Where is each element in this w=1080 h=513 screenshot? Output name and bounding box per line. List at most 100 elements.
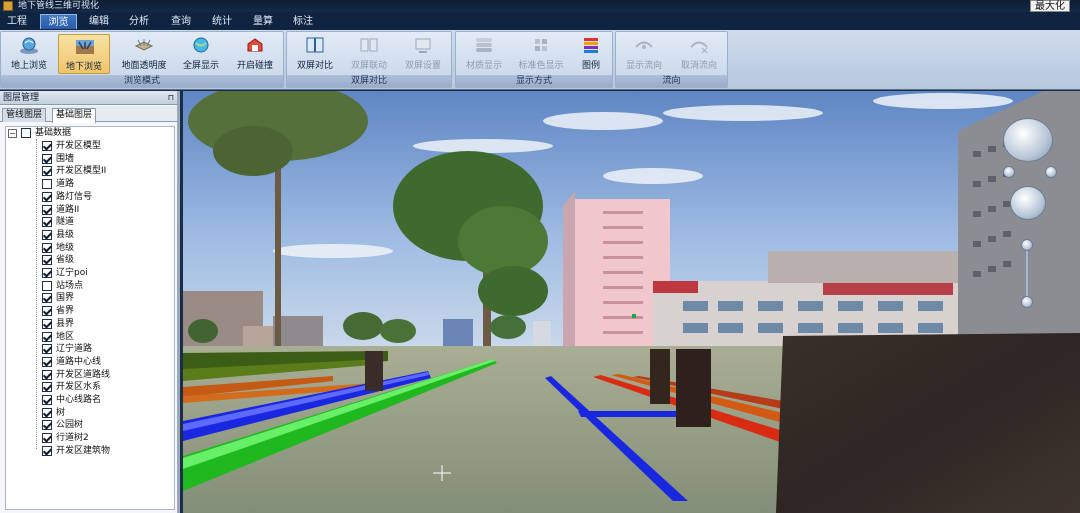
layer-item[interactable]: 县界	[42, 318, 172, 331]
layer-checkbox[interactable]	[42, 318, 52, 329]
layer-item[interactable]: 隧道	[42, 216, 172, 229]
layer-checkbox[interactable]	[42, 420, 52, 431]
layer-item[interactable]: 开发区模型	[42, 140, 172, 153]
layer-item[interactable]: 路灯信号	[42, 191, 172, 204]
layer-item[interactable]: 行道树2	[42, 432, 172, 445]
layer-checkbox[interactable]	[42, 344, 52, 355]
layer-checkbox[interactable]	[42, 395, 52, 405]
layer-item[interactable]: 道路II	[42, 204, 172, 217]
layer-tabs: 管线图层 基础图层	[0, 106, 177, 123]
layer-checkbox[interactable]	[42, 306, 52, 317]
menu-browse[interactable]: 浏览	[40, 14, 77, 29]
zoom-slider-handle[interactable]	[1021, 239, 1033, 251]
tab-pipeline-layers[interactable]: 管线图层	[2, 108, 47, 122]
window-title: 地下管线三维可视化	[18, 1, 100, 11]
layer-checkbox[interactable]	[42, 217, 52, 228]
layer-checkbox[interactable]	[42, 268, 52, 278]
cancel-flow-button[interactable]: 取消流向	[673, 34, 725, 74]
layer-item[interactable]: 辽宁道路	[42, 343, 172, 356]
layer-checkbox[interactable]	[42, 331, 52, 342]
menu-project[interactable]: 工程	[0, 14, 34, 29]
layer-checkbox[interactable]	[42, 166, 52, 177]
zoom-out-button[interactable]	[1021, 296, 1033, 308]
menu-statistics[interactable]: 统计	[205, 14, 239, 29]
layer-label: 开发区道路线	[56, 369, 111, 380]
standard-color-display-button[interactable]: 标准色显示	[512, 34, 570, 74]
menu-annotate[interactable]: 标注	[286, 14, 320, 29]
ground-transparency-button[interactable]: 地面透明度	[115, 34, 173, 74]
layer-checkbox[interactable]	[42, 229, 52, 240]
layer-checkbox[interactable]	[42, 293, 52, 304]
layer-item[interactable]: 国界	[42, 292, 172, 305]
root-checkbox[interactable]	[21, 128, 31, 138]
layer-item[interactable]: 开发区建筑物	[42, 445, 172, 458]
navigation-right-handle[interactable]	[1045, 166, 1057, 178]
layer-item[interactable]: 站场点	[42, 280, 172, 293]
layer-checkbox[interactable]	[42, 255, 52, 266]
layer-label: 地区	[56, 331, 75, 342]
layer-item[interactable]: 公园树	[42, 419, 172, 432]
layer-item[interactable]: 地区	[42, 331, 172, 344]
dual-screen-settings-button[interactable]: 双屏设置	[397, 34, 449, 74]
navigation-rotate-control[interactable]	[1003, 118, 1053, 162]
show-flow-button[interactable]: 显示流向	[618, 34, 670, 74]
layer-label: 站场点	[56, 280, 84, 291]
layer-item[interactable]: 辽宁poi	[42, 267, 172, 280]
3d-scene-viewport[interactable]	[183, 91, 1080, 513]
layer-label: 开发区建筑物	[56, 445, 111, 456]
maximize-button[interactable]: 最大化	[1030, 0, 1070, 12]
layer-item[interactable]: 开发区模型II	[42, 165, 172, 178]
layer-item[interactable]: 省级	[42, 254, 172, 267]
layer-item[interactable]: 道路中心线	[42, 356, 172, 369]
layer-label: 树	[56, 407, 66, 418]
layer-checkbox[interactable]	[42, 242, 52, 253]
group-caption: 显示方式	[456, 75, 612, 87]
layer-checkbox[interactable]	[42, 191, 52, 202]
layer-label: 县级	[56, 229, 75, 240]
fullscreen-button[interactable]: 全屏显示	[175, 34, 227, 74]
layer-item[interactable]: 县级	[42, 229, 172, 242]
layer-item[interactable]: 树	[42, 407, 172, 420]
legend-button[interactable]: 图例	[570, 34, 612, 74]
layer-checkbox[interactable]	[42, 280, 52, 291]
layer-checkbox[interactable]	[42, 445, 52, 456]
layer-checkbox[interactable]	[42, 153, 52, 164]
menu-query[interactable]: 查询	[164, 14, 198, 29]
collision-button[interactable]: 开启碰撞	[229, 34, 281, 74]
menu-analysis[interactable]: 分析	[122, 14, 156, 29]
layer-label: 隧道	[56, 217, 75, 228]
layer-item[interactable]: 地级	[42, 242, 172, 255]
underground-icon	[75, 37, 95, 55]
layer-checkbox[interactable]	[42, 369, 52, 380]
menu-measure[interactable]: 量算	[246, 14, 280, 29]
layer-item[interactable]: 中心线路名	[42, 394, 172, 407]
layer-item[interactable]: 开发区道路线	[42, 369, 172, 382]
dual-screen-link-button[interactable]: 双屏联动	[343, 34, 395, 74]
layer-checkbox[interactable]	[42, 141, 52, 151]
tab-base-layers[interactable]: 基础图层	[52, 108, 97, 123]
above-ground-icon	[19, 36, 39, 54]
menu-edit[interactable]: 编辑	[82, 14, 116, 29]
navigation-pan-control[interactable]	[1010, 186, 1046, 220]
layer-checkbox[interactable]	[42, 407, 52, 418]
layer-checkbox[interactable]	[42, 179, 52, 190]
layer-item[interactable]: 道路	[42, 178, 172, 191]
group-caption: 浏览模式	[1, 75, 283, 87]
panel-header: 图层管理 ⊓	[0, 91, 177, 105]
above-ground-browse-button[interactable]: 地上浏览	[3, 34, 55, 74]
navigation-left-handle[interactable]	[1003, 166, 1015, 178]
layer-checkbox[interactable]	[42, 356, 52, 367]
layer-checkbox[interactable]	[42, 204, 52, 215]
layer-item[interactable]: 省界	[42, 305, 172, 318]
layer-checkbox[interactable]	[42, 433, 52, 444]
tree-root-base-data[interactable]: − 基础数据	[8, 127, 128, 140]
layer-checkbox[interactable]	[42, 382, 52, 393]
layer-label: 行道树2	[56, 433, 89, 444]
pin-icon[interactable]: ⊓	[168, 91, 174, 105]
collapse-icon[interactable]: −	[8, 129, 17, 138]
material-display-button[interactable]: 材质显示	[458, 34, 510, 74]
dual-screen-compare-button[interactable]: 双屏对比	[289, 34, 341, 74]
layer-item[interactable]: 开发区水系	[42, 381, 172, 394]
layer-item[interactable]: 围墙	[42, 153, 172, 166]
underground-browse-button[interactable]: 地下浏览	[58, 34, 110, 74]
